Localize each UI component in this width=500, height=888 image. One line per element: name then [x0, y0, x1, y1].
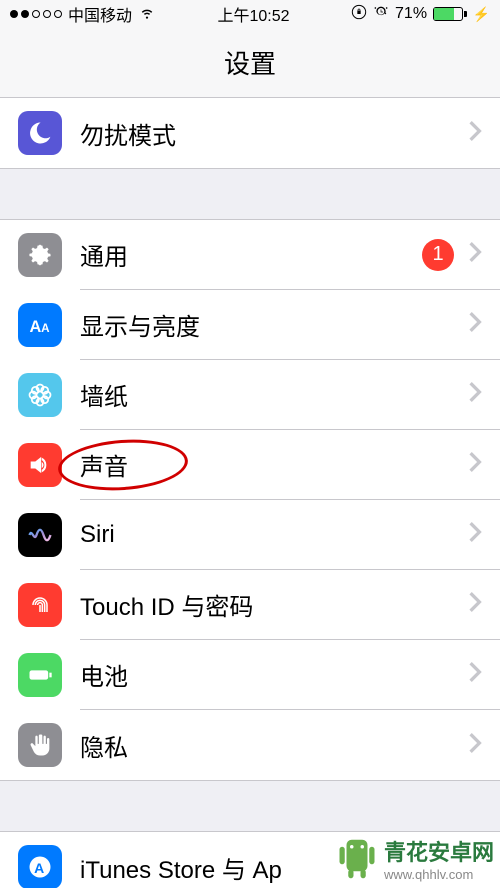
row-label: 显示与亮度 — [80, 307, 468, 342]
chevron-right-icon — [468, 591, 482, 618]
speaker-icon — [18, 443, 62, 487]
watermark: 青花安卓网 www.qhhlv.com — [336, 835, 494, 882]
row-battery[interactable]: 电池 — [0, 640, 500, 710]
row-label: 墙纸 — [80, 377, 468, 412]
row-siri[interactable]: Siri — [0, 500, 500, 570]
chevron-right-icon — [468, 661, 482, 688]
row-label: 通用 — [80, 237, 422, 272]
row-general[interactable]: 通用 1 — [0, 220, 500, 290]
battery-icon — [433, 7, 467, 21]
appstore-icon: A — [18, 845, 62, 888]
row-do-not-disturb[interactable]: 勿扰模式 — [0, 98, 500, 168]
row-label: 隐私 — [80, 728, 468, 763]
chevron-right-icon — [468, 381, 482, 408]
chevron-right-icon — [468, 311, 482, 338]
row-label: Touch ID 与密码 — [80, 587, 468, 622]
watermark-url: www.qhhlv.com — [384, 867, 473, 882]
chevron-right-icon — [468, 521, 482, 548]
status-right: 71% ⚡ — [351, 4, 490, 25]
status-left: 中国移动 — [10, 2, 156, 26]
row-privacy[interactable]: 隐私 — [0, 710, 500, 780]
notification-badge: 1 — [422, 239, 454, 271]
wifi-icon — [138, 3, 156, 26]
section-main: 通用 1 AA 显示与亮度 墙纸 声音 — [0, 219, 500, 781]
row-touchid[interactable]: Touch ID 与密码 — [0, 570, 500, 640]
watermark-logo-icon — [336, 838, 378, 880]
fingerprint-icon — [18, 583, 62, 627]
section-do-not-disturb: 勿扰模式 — [0, 98, 500, 169]
chevron-right-icon — [468, 120, 482, 147]
alarm-icon — [373, 4, 389, 25]
status-bar: 中国移动 上午10:52 71% ⚡ — [0, 0, 500, 28]
charging-icon: ⚡ — [473, 6, 490, 23]
text-size-icon: AA — [18, 303, 62, 347]
svg-text:A: A — [34, 860, 44, 876]
chevron-right-icon — [468, 241, 482, 268]
signal-dots-icon — [10, 10, 62, 18]
watermark-title: 青花安卓网 — [384, 835, 494, 867]
nav-bar: 设置 — [0, 28, 500, 98]
gear-icon — [18, 233, 62, 277]
row-label: Siri — [80, 521, 468, 549]
row-label: 声音 — [80, 447, 468, 482]
battery-pct: 71% — [395, 5, 427, 23]
row-sound[interactable]: 声音 — [0, 430, 500, 500]
siri-icon — [18, 513, 62, 557]
svg-text:A: A — [30, 318, 42, 336]
moon-icon — [18, 111, 62, 155]
row-label: 勿扰模式 — [80, 116, 468, 151]
row-display[interactable]: AA 显示与亮度 — [0, 290, 500, 360]
page-title: 设置 — [224, 44, 276, 81]
flower-icon — [18, 373, 62, 417]
row-label: 电池 — [80, 657, 468, 692]
status-time: 上午10:52 — [156, 2, 351, 26]
orientation-lock-icon — [351, 4, 367, 25]
battery-box-icon — [18, 653, 62, 697]
chevron-right-icon — [468, 732, 482, 759]
svg-text:A: A — [41, 322, 50, 335]
row-wallpaper[interactable]: 墙纸 — [0, 360, 500, 430]
carrier-label: 中国移动 — [68, 2, 132, 26]
chevron-right-icon — [468, 451, 482, 478]
hand-icon — [18, 723, 62, 767]
